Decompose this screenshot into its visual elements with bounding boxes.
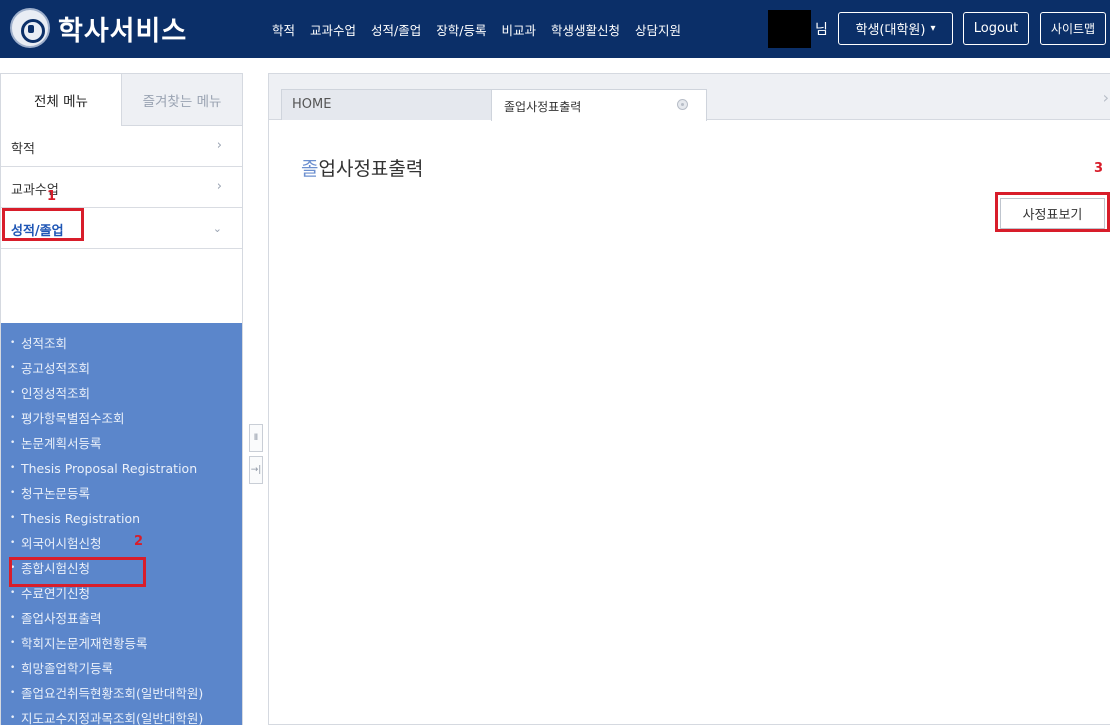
sidebar-item-academic-record[interactable]: 학적 › xyxy=(1,126,242,167)
nav-item-student-life[interactable]: 학생생활신청 xyxy=(551,20,620,39)
sidebar-tabs: 전체 메뉴 즐겨찾는 메뉴 xyxy=(1,74,242,126)
annotation-number-step3: 3 xyxy=(1094,161,1104,176)
top-header: 학사서비스 학적 교과수업 성적/졸업 장학/등록 비교과 학생생활신청 상담지… xyxy=(0,0,1110,58)
submenu-item[interactable]: 학회지논문게재현황등록 xyxy=(1,631,242,656)
annotation-number-step1: 1 xyxy=(47,189,57,204)
site-logo[interactable]: 학사서비스 xyxy=(10,8,187,48)
submenu-item[interactable]: 인정성적조회 xyxy=(1,381,242,406)
role-select-value: 학생(대학원) xyxy=(855,23,926,38)
content-panel: HOME 졸업사정표출력 › 졸업사정표출력 사정표보기 xyxy=(268,73,1110,725)
submenu-grades-graduation: 성적조회 공고성적조회 인정성적조회 평가항목별점수조회 논문계획서등록 The… xyxy=(1,323,242,725)
chevron-down-icon: ▾ xyxy=(930,23,936,34)
close-tab-icon[interactable] xyxy=(677,99,688,110)
submenu-item[interactable]: Thesis Proposal Registration xyxy=(1,456,242,481)
tab-favorite-menu[interactable]: 즐겨찾는 메뉴 xyxy=(121,74,242,126)
submenu-item[interactable]: 평가항목별점수조회 xyxy=(1,406,242,431)
sidebar-item-label: 학적 xyxy=(11,142,35,157)
submenu-item[interactable]: Thesis Registration xyxy=(1,506,242,531)
role-select[interactable]: 학생(대학원) ▾ xyxy=(838,12,953,45)
view-assessment-button[interactable]: 사정표보기 xyxy=(1000,198,1105,229)
sidebar: 전체 메뉴 즐겨찾는 메뉴 학적 › 교과수업 › 성적/졸업 ⌄ 성적조회 공… xyxy=(0,73,243,725)
user-suffix: 님 xyxy=(815,22,828,38)
sidebar-pause-handle[interactable]: Ⅱ xyxy=(249,424,263,452)
logout-button[interactable]: Logout xyxy=(963,12,1029,45)
submenu-item[interactable]: 공고성적조회 xyxy=(1,356,242,381)
tab-home[interactable]: HOME xyxy=(281,89,496,120)
chevron-right-icon: › xyxy=(216,138,222,153)
annotation-number-step2: 2 xyxy=(134,534,144,549)
tab-label: 졸업사정표출력 xyxy=(504,100,582,114)
page-tabbar: HOME 졸업사정표출력 › xyxy=(269,74,1110,121)
tab-graduation-assessment-print[interactable]: 졸업사정표출력 xyxy=(491,89,707,121)
submenu-item[interactable]: 종합시험신청 xyxy=(1,556,242,581)
submenu-item[interactable]: 지도교수지정과목조회(일반대학원) xyxy=(1,706,242,725)
sidebar-expand-handle[interactable]: →| xyxy=(249,456,263,484)
redacted-user-name xyxy=(768,10,811,48)
submenu-item[interactable]: 청구논문등록 xyxy=(1,481,242,506)
submenu-item[interactable]: 졸업요건취득현황조회(일반대학원) xyxy=(1,681,242,706)
submenu-item[interactable]: 논문계획서등록 xyxy=(1,431,242,456)
chevron-down-icon: ⌄ xyxy=(212,222,222,235)
submenu-item[interactable]: 희망졸업학기등록 xyxy=(1,656,242,681)
nav-item-courses[interactable]: 교과수업 xyxy=(310,20,356,39)
nav-item-counseling[interactable]: 상담지원 xyxy=(635,20,681,39)
sitemap-button[interactable]: 사이트맵 xyxy=(1040,12,1106,45)
page-title-rest: 업사정표출력 xyxy=(318,158,424,180)
logo-text: 학사서비스 xyxy=(58,15,188,47)
sidebar-item-courses[interactable]: 교과수업 › xyxy=(1,167,242,208)
submenu-item[interactable]: 성적조회 xyxy=(1,331,242,356)
university-emblem-icon xyxy=(10,8,50,48)
main-nav: 학적 교과수업 성적/졸업 장학/등록 비교과 학생생활신청 상담지원 xyxy=(272,0,696,58)
sidebar-item-label: 성적/졸업 xyxy=(11,224,64,239)
sidebar-item-grades-graduation[interactable]: 성적/졸업 ⌄ xyxy=(1,208,242,249)
submenu-item[interactable]: 수료연기신청 xyxy=(1,581,242,606)
nav-item-scholarship-registration[interactable]: 장학/등록 xyxy=(436,20,486,39)
nav-item-academic-record[interactable]: 학적 xyxy=(272,20,295,39)
submenu-item[interactable]: 외국어시험신청 xyxy=(1,531,242,556)
nav-item-extracurricular[interactable]: 비교과 xyxy=(501,20,536,39)
chevron-right-icon: › xyxy=(216,179,222,194)
nav-item-grades-graduation[interactable]: 성적/졸업 xyxy=(371,20,421,39)
page-title-first-char: 졸 xyxy=(301,158,319,180)
tab-scroll-right-icon[interactable]: › xyxy=(1103,88,1109,107)
page-title: 졸업사정표출력 xyxy=(301,154,423,181)
submenu-item-graduation-assessment-print[interactable]: 졸업사정표출력 xyxy=(1,606,242,631)
tab-all-menu[interactable]: 전체 메뉴 xyxy=(1,74,121,126)
